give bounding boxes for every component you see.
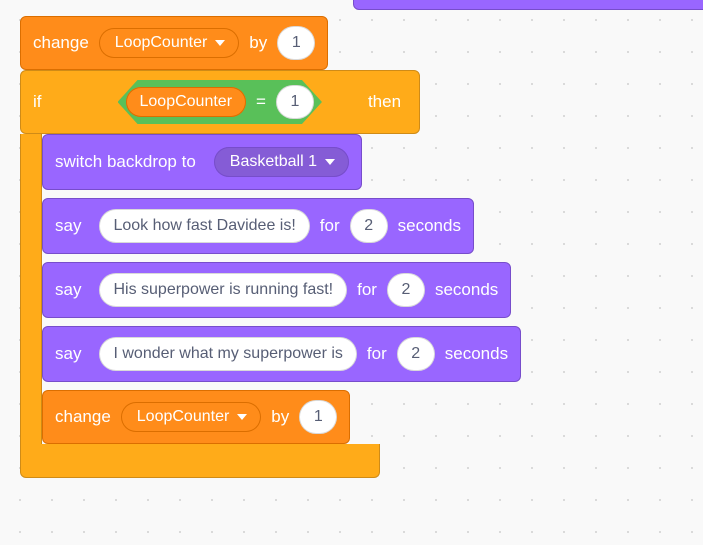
say-seconds-input[interactable]: 2 <box>387 273 425 307</box>
change-value-input[interactable]: 1 <box>299 400 337 434</box>
say-text-input[interactable]: Look how fast Davidee is! <box>99 209 309 243</box>
chevron-down-icon <box>237 414 247 420</box>
say-label: say <box>55 344 81 364</box>
c-arm <box>20 134 42 444</box>
say-label: say <box>55 280 81 300</box>
script-stack: change LoopCounter by 1 if LoopCounter =… <box>20 16 683 478</box>
seconds-label: seconds <box>435 280 498 300</box>
change-label: change <box>55 407 111 427</box>
say-text-input[interactable]: I wonder what my superpower is <box>99 337 356 371</box>
change-variable-block[interactable]: change LoopCounter by 1 <box>20 16 328 70</box>
switch-backdrop-block[interactable]: switch backdrop to Basketball 1 <box>42 134 362 190</box>
if-body: switch backdrop to Basketball 1 say Look… <box>20 134 521 444</box>
if-label: if <box>33 92 42 112</box>
change-value-input[interactable]: 1 <box>277 26 315 60</box>
say-seconds-input[interactable]: 2 <box>350 209 388 243</box>
say-text-input[interactable]: His superpower is running fast! <box>99 273 347 307</box>
variable-name: LoopCounter <box>137 408 230 426</box>
for-label: for <box>320 216 340 236</box>
for-label: for <box>367 344 387 364</box>
chevron-down-icon <box>215 40 225 46</box>
then-label: then <box>368 92 401 112</box>
variable-dropdown[interactable]: LoopCounter <box>99 28 240 58</box>
change-label: change <box>33 33 89 53</box>
say-block[interactable]: say I wonder what my superpower is for 2… <box>42 326 521 382</box>
boolean-slot[interactable]: LoopCounter = 1 <box>86 78 354 126</box>
for-label: for <box>357 280 377 300</box>
say-block[interactable]: say Look how fast Davidee is! for 2 seco… <box>42 198 474 254</box>
if-block-footer <box>20 444 380 478</box>
say-block[interactable]: say His superpower is running fast! for … <box>42 262 511 318</box>
operator-equals: = <box>256 92 266 112</box>
say-seconds-input[interactable]: 2 <box>397 337 435 371</box>
seconds-label: seconds <box>445 344 508 364</box>
seconds-label: seconds <box>398 216 461 236</box>
chevron-down-icon <box>325 159 335 165</box>
switch-backdrop-label: switch backdrop to <box>55 152 196 172</box>
change-variable-block[interactable]: change LoopCounter by 1 <box>42 390 350 444</box>
variable-dropdown[interactable]: LoopCounter <box>121 402 262 432</box>
equals-operator[interactable]: LoopCounter = 1 <box>118 80 322 124</box>
variable-name: LoopCounter <box>115 34 208 52</box>
if-block-header[interactable]: if LoopCounter = 1 then <box>20 70 420 134</box>
say-label: say <box>55 216 81 236</box>
compare-value-input[interactable]: 1 <box>276 85 314 119</box>
by-label: by <box>271 407 289 427</box>
by-label: by <box>249 33 267 53</box>
variable-reporter[interactable]: LoopCounter <box>126 87 247 117</box>
partial-block-above <box>353 0 703 10</box>
backdrop-name: Basketball 1 <box>230 153 317 171</box>
backdrop-dropdown[interactable]: Basketball 1 <box>214 147 349 177</box>
